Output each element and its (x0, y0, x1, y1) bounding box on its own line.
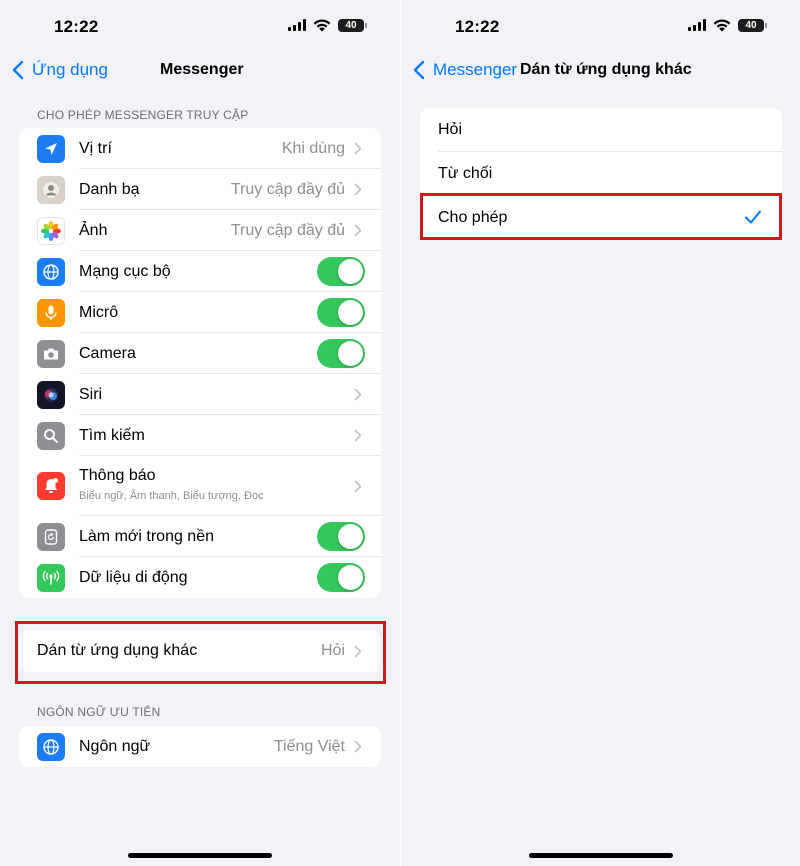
local-network-toggle[interactable] (317, 257, 365, 286)
row-label: Camera (79, 344, 136, 362)
access-list: Vị trí Khi dùng Danh bạ Truy cập đầy đủ (19, 128, 381, 598)
section-header-access: CHO PHÉP MESSENGER TRUY CẬP (37, 108, 249, 122)
language-group: Ngôn ngữ Tiếng Việt (19, 726, 381, 767)
row-label: Siri (79, 385, 103, 403)
row-label: Tìm kiếm (79, 426, 145, 444)
highlight-box (15, 621, 386, 684)
home-indicator[interactable] (528, 853, 673, 858)
battery-icon: 40 (738, 18, 767, 32)
row-value: Truy cập đầy đủ (230, 180, 345, 198)
option-ask[interactable]: Hỏi (420, 108, 782, 152)
globe-icon (37, 732, 65, 761)
back-button[interactable]: Messenger (413, 60, 517, 80)
page-title: Dán từ ứng dụng khác (520, 61, 692, 78)
cellular-signal-icon (288, 19, 306, 31)
row-notifications[interactable]: Thông báo Biểu ngữ, Âm thanh, Biểu tượng… (19, 456, 381, 516)
cellular-signal-icon (688, 19, 706, 31)
row-label: Vị trí (79, 139, 112, 157)
row-siri[interactable]: Siri (19, 374, 381, 415)
row-value: Truy cập đầy đủ (230, 221, 345, 239)
chevron-left-icon (413, 60, 425, 80)
chevron-right-icon (354, 142, 362, 155)
row-label: Danh bạ (79, 180, 140, 198)
highlight-box (420, 193, 782, 240)
chevron-right-icon (354, 388, 362, 401)
status-time: 12:22 (54, 17, 99, 36)
option-label: Hỏi (438, 121, 463, 138)
row-label: Ảnh (79, 221, 108, 239)
chevron-left-icon (12, 60, 24, 80)
chevron-right-icon (354, 429, 362, 442)
microphone-toggle[interactable] (317, 298, 365, 327)
wifi-icon (713, 19, 731, 32)
row-microphone: Micrô (19, 292, 381, 333)
row-label: Thông báo (79, 467, 156, 484)
nav-bar: Ứng dụng Messenger (0, 52, 400, 90)
siri-icon (37, 380, 65, 409)
chevron-right-icon (354, 480, 362, 492)
notification-bell-icon (37, 472, 65, 500)
row-label: Micrô (79, 303, 119, 321)
globe-icon (37, 257, 65, 286)
row-cellular-data: Dữ liệu di động (19, 557, 381, 598)
cellular-antenna-icon (37, 563, 65, 592)
row-label: Ngôn ngữ (79, 737, 151, 755)
row-label: Làm mới trong nền (79, 527, 214, 545)
status-bar: 12:22 40 (401, 0, 800, 52)
nav-bar: Messenger Dán từ ứng dụng khác (401, 52, 800, 90)
back-label: Ứng dụng (32, 60, 108, 79)
row-value: Khi dùng (281, 139, 345, 157)
row-subtitle: Biểu ngữ, Âm thanh, Biểu tượng, Đọc (79, 490, 264, 502)
row-label: Dữ liệu di động (79, 568, 188, 586)
back-label: Messenger (433, 60, 518, 79)
option-deny[interactable]: Từ chối (420, 152, 782, 196)
background-refresh-toggle[interactable] (317, 522, 365, 551)
chevron-right-icon (354, 224, 362, 237)
row-language[interactable]: Ngôn ngữ Tiếng Việt (19, 726, 381, 767)
row-background-refresh: Làm mới trong nền (19, 516, 381, 557)
messenger-settings-screen: 12:22 40 Ứng dụng Messenger CHO PHÉP MES… (0, 0, 400, 866)
row-location[interactable]: Vị trí Khi dùng (19, 128, 381, 169)
paste-options-screen: 12:22 40 Messenger Dán từ ứng dụng khác … (401, 0, 800, 866)
photos-icon (37, 216, 65, 245)
row-value: Tiếng Việt (273, 737, 345, 755)
home-indicator[interactable] (128, 853, 272, 858)
section-header-language: NGÔN NGỮ ƯU TIÊN (37, 705, 161, 719)
page-title: Messenger (160, 61, 244, 78)
location-arrow-icon (37, 134, 65, 163)
row-label: Mạng cục bộ (79, 262, 171, 280)
row-camera: Camera (19, 333, 381, 374)
camera-toggle[interactable] (317, 339, 365, 368)
battery-icon: 40 (338, 18, 367, 32)
option-label: Từ chối (438, 165, 493, 182)
row-contacts[interactable]: Danh bạ Truy cập đầy đủ (19, 169, 381, 210)
status-bar: 12:22 40 (0, 0, 400, 52)
background-refresh-icon (37, 522, 65, 551)
microphone-icon (37, 298, 65, 327)
contacts-icon (37, 175, 65, 204)
row-local-network: Mạng cục bộ (19, 251, 381, 292)
chevron-right-icon (354, 183, 362, 196)
row-search[interactable]: Tìm kiếm (19, 415, 381, 456)
status-time: 12:22 (455, 17, 500, 36)
chevron-right-icon (354, 740, 362, 753)
cellular-data-toggle[interactable] (317, 563, 365, 592)
row-photos[interactable]: Ảnh Truy cập đầy đủ (19, 210, 381, 251)
wifi-icon (313, 19, 331, 32)
camera-icon (37, 339, 65, 368)
search-icon (37, 421, 65, 450)
back-button[interactable]: Ứng dụng (12, 60, 108, 80)
